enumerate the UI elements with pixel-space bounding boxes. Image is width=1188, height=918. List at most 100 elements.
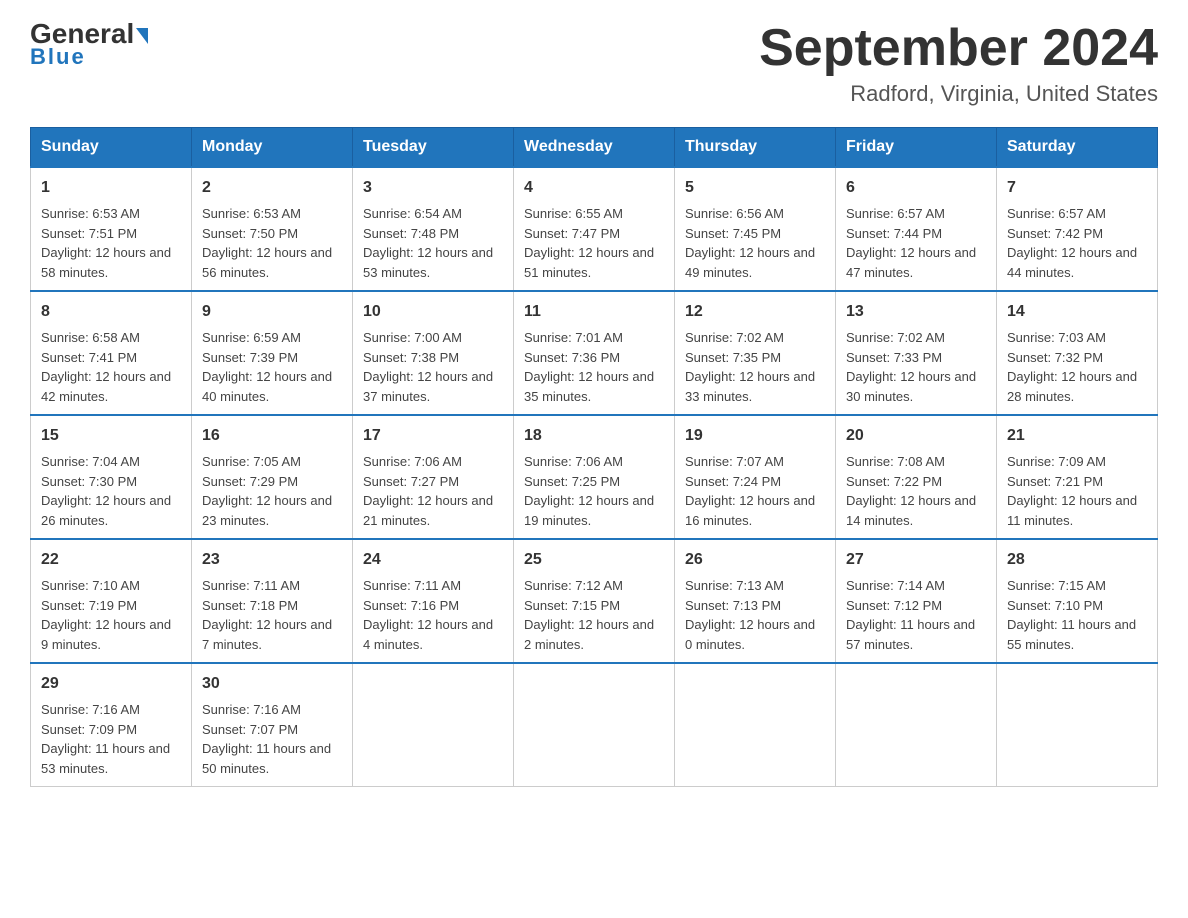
day-number: 10 (363, 300, 503, 324)
header-sunday: Sunday (31, 128, 192, 168)
day-number: 17 (363, 424, 503, 448)
header-monday: Monday (192, 128, 353, 168)
day-info: Sunrise: 6:58 AMSunset: 7:41 PMDaylight:… (41, 330, 171, 404)
calendar-cell: 23 Sunrise: 7:11 AMSunset: 7:18 PMDaylig… (192, 539, 353, 663)
calendar-cell: 27 Sunrise: 7:14 AMSunset: 7:12 PMDaylig… (836, 539, 997, 663)
day-info: Sunrise: 7:15 AMSunset: 7:10 PMDaylight:… (1007, 578, 1136, 652)
header-wednesday: Wednesday (514, 128, 675, 168)
calendar-cell: 21 Sunrise: 7:09 AMSunset: 7:21 PMDaylig… (997, 415, 1158, 539)
calendar-cell: 29 Sunrise: 7:16 AMSunset: 7:09 PMDaylig… (31, 663, 192, 787)
day-number: 28 (1007, 548, 1147, 572)
calendar-cell: 24 Sunrise: 7:11 AMSunset: 7:16 PMDaylig… (353, 539, 514, 663)
day-number: 15 (41, 424, 181, 448)
calendar-cell: 7 Sunrise: 6:57 AMSunset: 7:42 PMDayligh… (997, 167, 1158, 291)
calendar-cell (514, 663, 675, 787)
calendar-cell: 1 Sunrise: 6:53 AMSunset: 7:51 PMDayligh… (31, 167, 192, 291)
day-number: 26 (685, 548, 825, 572)
day-number: 1 (41, 176, 181, 200)
location-subtitle: Radford, Virginia, United States (759, 81, 1158, 107)
day-info: Sunrise: 6:59 AMSunset: 7:39 PMDaylight:… (202, 330, 332, 404)
day-info: Sunrise: 6:53 AMSunset: 7:50 PMDaylight:… (202, 206, 332, 280)
month-year-title: September 2024 (759, 20, 1158, 77)
calendar-cell: 17 Sunrise: 7:06 AMSunset: 7:27 PMDaylig… (353, 415, 514, 539)
calendar-cell: 19 Sunrise: 7:07 AMSunset: 7:24 PMDaylig… (675, 415, 836, 539)
calendar-cell: 28 Sunrise: 7:15 AMSunset: 7:10 PMDaylig… (997, 539, 1158, 663)
calendar-cell: 10 Sunrise: 7:00 AMSunset: 7:38 PMDaylig… (353, 291, 514, 415)
calendar-cell: 6 Sunrise: 6:57 AMSunset: 7:44 PMDayligh… (836, 167, 997, 291)
day-number: 24 (363, 548, 503, 572)
day-info: Sunrise: 7:03 AMSunset: 7:32 PMDaylight:… (1007, 330, 1137, 404)
calendar-cell: 4 Sunrise: 6:55 AMSunset: 7:47 PMDayligh… (514, 167, 675, 291)
calendar-cell (353, 663, 514, 787)
day-number: 6 (846, 176, 986, 200)
day-info: Sunrise: 7:07 AMSunset: 7:24 PMDaylight:… (685, 454, 815, 528)
day-info: Sunrise: 7:10 AMSunset: 7:19 PMDaylight:… (41, 578, 171, 652)
day-number: 22 (41, 548, 181, 572)
day-info: Sunrise: 7:05 AMSunset: 7:29 PMDaylight:… (202, 454, 332, 528)
day-info: Sunrise: 7:00 AMSunset: 7:38 PMDaylight:… (363, 330, 493, 404)
calendar-cell: 3 Sunrise: 6:54 AMSunset: 7:48 PMDayligh… (353, 167, 514, 291)
calendar-cell: 11 Sunrise: 7:01 AMSunset: 7:36 PMDaylig… (514, 291, 675, 415)
day-info: Sunrise: 7:11 AMSunset: 7:16 PMDaylight:… (363, 578, 493, 652)
day-info: Sunrise: 6:55 AMSunset: 7:47 PMDaylight:… (524, 206, 654, 280)
day-info: Sunrise: 6:57 AMSunset: 7:44 PMDaylight:… (846, 206, 976, 280)
calendar-cell: 16 Sunrise: 7:05 AMSunset: 7:29 PMDaylig… (192, 415, 353, 539)
week-row-3: 15 Sunrise: 7:04 AMSunset: 7:30 PMDaylig… (31, 415, 1158, 539)
calendar-cell: 30 Sunrise: 7:16 AMSunset: 7:07 PMDaylig… (192, 663, 353, 787)
calendar-cell: 8 Sunrise: 6:58 AMSunset: 7:41 PMDayligh… (31, 291, 192, 415)
day-number: 2 (202, 176, 342, 200)
day-number: 9 (202, 300, 342, 324)
day-info: Sunrise: 7:01 AMSunset: 7:36 PMDaylight:… (524, 330, 654, 404)
day-info: Sunrise: 7:02 AMSunset: 7:35 PMDaylight:… (685, 330, 815, 404)
day-info: Sunrise: 7:12 AMSunset: 7:15 PMDaylight:… (524, 578, 654, 652)
calendar-cell: 15 Sunrise: 7:04 AMSunset: 7:30 PMDaylig… (31, 415, 192, 539)
header-friday: Friday (836, 128, 997, 168)
day-info: Sunrise: 7:16 AMSunset: 7:07 PMDaylight:… (202, 702, 331, 776)
day-info: Sunrise: 6:54 AMSunset: 7:48 PMDaylight:… (363, 206, 493, 280)
calendar-cell: 14 Sunrise: 7:03 AMSunset: 7:32 PMDaylig… (997, 291, 1158, 415)
week-row-4: 22 Sunrise: 7:10 AMSunset: 7:19 PMDaylig… (31, 539, 1158, 663)
day-number: 12 (685, 300, 825, 324)
calendar-table: Sunday Monday Tuesday Wednesday Thursday… (30, 127, 1158, 787)
header-tuesday: Tuesday (353, 128, 514, 168)
title-block: September 2024 Radford, Virginia, United… (759, 20, 1158, 107)
logo: General Blue (30, 20, 148, 70)
day-info: Sunrise: 6:56 AMSunset: 7:45 PMDaylight:… (685, 206, 815, 280)
header-thursday: Thursday (675, 128, 836, 168)
day-info: Sunrise: 7:06 AMSunset: 7:25 PMDaylight:… (524, 454, 654, 528)
day-number: 11 (524, 300, 664, 324)
day-info: Sunrise: 7:02 AMSunset: 7:33 PMDaylight:… (846, 330, 976, 404)
day-info: Sunrise: 7:14 AMSunset: 7:12 PMDaylight:… (846, 578, 975, 652)
day-number: 27 (846, 548, 986, 572)
day-number: 16 (202, 424, 342, 448)
day-number: 8 (41, 300, 181, 324)
calendar-cell: 5 Sunrise: 6:56 AMSunset: 7:45 PMDayligh… (675, 167, 836, 291)
calendar-cell: 25 Sunrise: 7:12 AMSunset: 7:15 PMDaylig… (514, 539, 675, 663)
weekday-header-row: Sunday Monday Tuesday Wednesday Thursday… (31, 128, 1158, 168)
page-header: General Blue September 2024 Radford, Vir… (30, 20, 1158, 107)
day-number: 18 (524, 424, 664, 448)
week-row-5: 29 Sunrise: 7:16 AMSunset: 7:09 PMDaylig… (31, 663, 1158, 787)
calendar-cell: 12 Sunrise: 7:02 AMSunset: 7:35 PMDaylig… (675, 291, 836, 415)
day-number: 21 (1007, 424, 1147, 448)
header-saturday: Saturday (997, 128, 1158, 168)
day-number: 25 (524, 548, 664, 572)
day-info: Sunrise: 7:06 AMSunset: 7:27 PMDaylight:… (363, 454, 493, 528)
day-info: Sunrise: 6:57 AMSunset: 7:42 PMDaylight:… (1007, 206, 1137, 280)
day-number: 19 (685, 424, 825, 448)
calendar-cell: 13 Sunrise: 7:02 AMSunset: 7:33 PMDaylig… (836, 291, 997, 415)
day-info: Sunrise: 7:16 AMSunset: 7:09 PMDaylight:… (41, 702, 170, 776)
calendar-cell: 20 Sunrise: 7:08 AMSunset: 7:22 PMDaylig… (836, 415, 997, 539)
day-info: Sunrise: 7:13 AMSunset: 7:13 PMDaylight:… (685, 578, 815, 652)
calendar-cell: 22 Sunrise: 7:10 AMSunset: 7:19 PMDaylig… (31, 539, 192, 663)
day-number: 23 (202, 548, 342, 572)
calendar-cell: 18 Sunrise: 7:06 AMSunset: 7:25 PMDaylig… (514, 415, 675, 539)
day-number: 7 (1007, 176, 1147, 200)
day-number: 5 (685, 176, 825, 200)
calendar-cell (675, 663, 836, 787)
calendar-cell: 26 Sunrise: 7:13 AMSunset: 7:13 PMDaylig… (675, 539, 836, 663)
day-number: 14 (1007, 300, 1147, 324)
logo-blue-text: Blue (30, 44, 86, 70)
week-row-2: 8 Sunrise: 6:58 AMSunset: 7:41 PMDayligh… (31, 291, 1158, 415)
day-info: Sunrise: 6:53 AMSunset: 7:51 PMDaylight:… (41, 206, 171, 280)
